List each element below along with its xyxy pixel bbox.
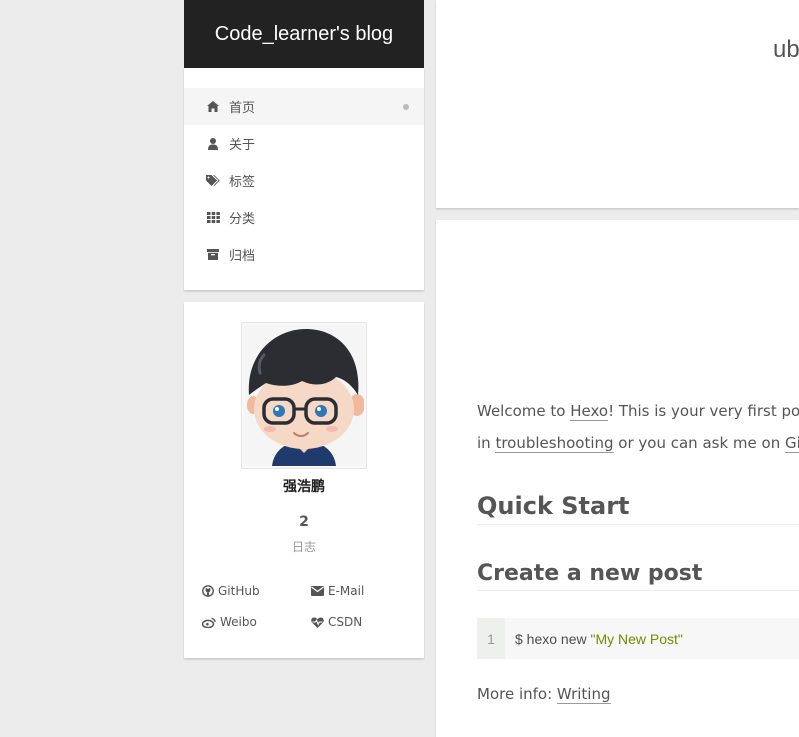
social-link-label: CSDN bbox=[328, 615, 363, 629]
heartbeat-icon bbox=[311, 616, 324, 628]
menu-item-about[interactable]: 关于 bbox=[184, 125, 424, 162]
code-block: 1 $ hexo new "My New Post" bbox=[477, 618, 799, 659]
avatar-image bbox=[244, 325, 364, 466]
social-link-label: E-Mail bbox=[328, 584, 365, 598]
home-icon bbox=[206, 100, 220, 114]
menu-item-label: 归档 bbox=[229, 249, 256, 264]
user-icon bbox=[206, 137, 220, 151]
github-icon bbox=[202, 585, 214, 597]
social-link-github[interactable]: GitHub bbox=[202, 584, 260, 599]
author-name: 强浩鹏 bbox=[283, 479, 325, 495]
post-help-paragraph: in troubleshooting or you can ask me on … bbox=[477, 434, 799, 453]
intro-text: ! This is your very first post. bbox=[608, 402, 799, 420]
social-link-weibo[interactable]: Weibo bbox=[202, 615, 257, 630]
social-link-csdn[interactable]: CSDN bbox=[311, 615, 362, 630]
avatar bbox=[241, 322, 367, 469]
help-text: in bbox=[477, 434, 496, 452]
heading-create-post: Create a new post bbox=[477, 561, 799, 591]
envelope-icon bbox=[311, 586, 324, 596]
post-header-card: ub bbox=[436, 0, 799, 208]
social-link-label: Weibo bbox=[220, 615, 257, 629]
menu-item-home[interactable]: 首页 bbox=[184, 88, 424, 125]
menu-item-label: 分类 bbox=[229, 212, 256, 227]
tags-icon bbox=[206, 174, 220, 188]
th-icon bbox=[206, 211, 220, 225]
posts-label[interactable]: 日志 bbox=[184, 538, 424, 555]
social-link-email[interactable]: E-Mail bbox=[311, 584, 364, 599]
active-indicator-dot bbox=[403, 103, 409, 110]
menu-item-label: 首页 bbox=[229, 101, 256, 116]
weibo-icon bbox=[202, 617, 216, 628]
social-link-label: GitHub bbox=[218, 584, 260, 598]
post-title[interactable]: ub bbox=[773, 36, 799, 64]
code-line-number: 1 bbox=[477, 618, 505, 659]
hexo-link[interactable]: Hexo bbox=[570, 402, 609, 421]
more-info-paragraph: More info: Writing bbox=[477, 685, 611, 704]
post-body-card: Welcome to Hexo! This is your very first… bbox=[436, 220, 799, 737]
intro-text: Welcome to bbox=[477, 402, 571, 420]
menu-item-archives[interactable]: 归档 bbox=[184, 236, 424, 273]
more-info-text: More info: bbox=[477, 685, 557, 703]
site-title[interactable]: Code_learner's blog bbox=[215, 23, 393, 46]
help-text: or you can ask me on bbox=[613, 434, 785, 452]
sidebar-menu: 首页 关于 标签 分类 归档 bbox=[184, 68, 424, 290]
menu-item-label: 关于 bbox=[229, 138, 256, 153]
post-intro-paragraph: Welcome to Hexo! This is your very first… bbox=[477, 402, 799, 421]
heading-quick-start: Quick Start bbox=[477, 492, 799, 525]
menu-item-categories[interactable]: 分类 bbox=[184, 199, 424, 236]
menu-item-label: 标签 bbox=[229, 175, 256, 190]
code-line: $ hexo new "My New Post" bbox=[505, 631, 683, 647]
github-issues-link[interactable]: GitHu bbox=[784, 434, 799, 453]
posts-count[interactable]: 2 bbox=[184, 514, 424, 530]
code-string: "My New Post" bbox=[590, 630, 683, 647]
writing-link[interactable]: Writing bbox=[556, 685, 611, 704]
site-brand[interactable]: Code_learner's blog bbox=[184, 0, 424, 68]
archive-icon bbox=[206, 248, 220, 262]
author-overview: 强浩鹏 2 日志 GitHub E-Mail Weibo CSDN bbox=[184, 302, 424, 658]
troubleshooting-link[interactable]: troubleshooting bbox=[495, 434, 614, 453]
menu-item-tags[interactable]: 标签 bbox=[184, 162, 424, 199]
code-command: $ hexo new bbox=[515, 630, 591, 647]
